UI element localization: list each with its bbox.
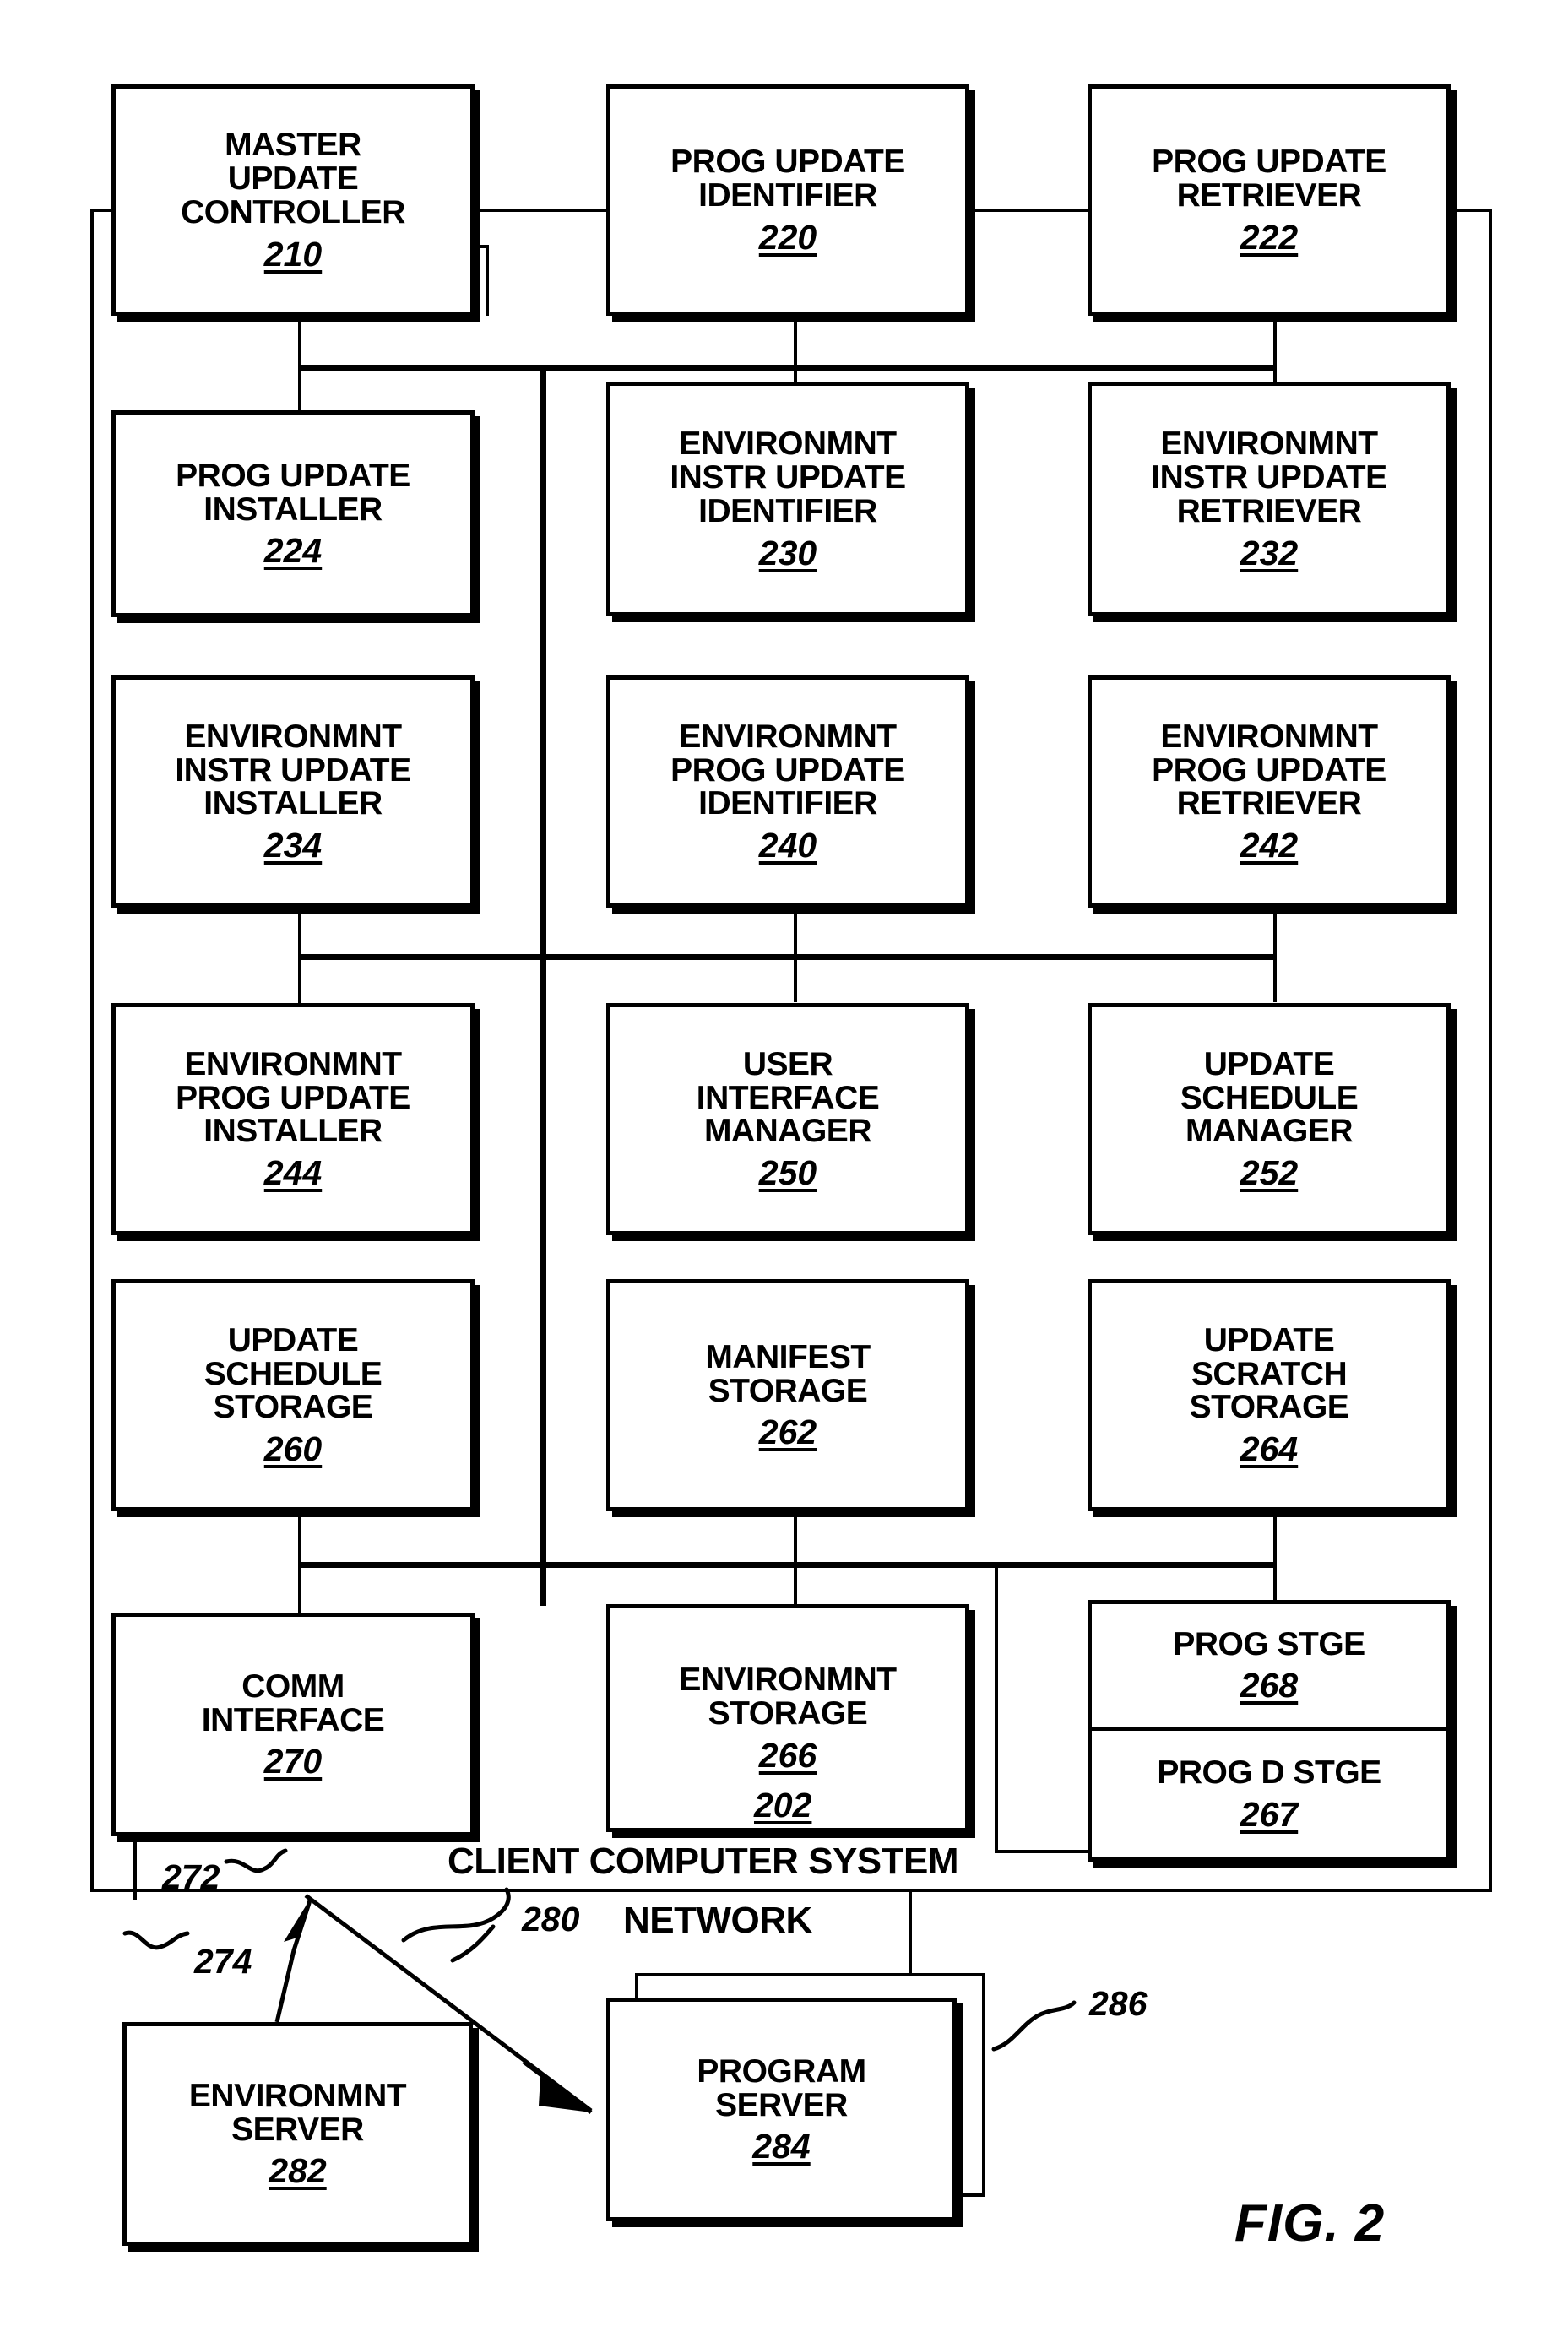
block-ref-number: 222 xyxy=(1240,217,1299,257)
block-label: USER INTERFACE MANAGER xyxy=(696,1045,880,1150)
block-environmnt-instr-update-identifier[interactable]: ENVIRONMNT INSTR UPDATE IDENTIFIER 230 xyxy=(606,382,969,616)
block-label: ENVIRONMNT PROG UPDATE IDENTIFIER xyxy=(670,718,905,822)
block-label: ENVIRONMNT STORAGE xyxy=(679,1662,897,1732)
block-environmnt-instr-update-installer[interactable]: ENVIRONMNT INSTR UPDATE INSTALLER 234 xyxy=(111,675,475,908)
block-update-schedule-storage[interactable]: UPDATE SCHEDULE STORAGE 260 xyxy=(111,1279,475,1511)
block-user-interface-manager[interactable]: USER INTERFACE MANAGER 250 xyxy=(606,1003,969,1235)
block-label: ENVIRONMNT PROG UPDATE RETRIEVER xyxy=(1152,718,1386,822)
bus-horizontal-2 xyxy=(298,954,1276,960)
network-link-arrow-environmnt xyxy=(284,1898,311,1942)
network-ref-number: 280 xyxy=(522,1900,580,1938)
block-label: PROGRAM SERVER xyxy=(697,2052,866,2123)
block-update-schedule-manager[interactable]: UPDATE SCHEDULE MANAGER 252 xyxy=(1088,1003,1451,1235)
client-system-ref-number: 202 xyxy=(754,1786,812,1824)
block-ref-number: 210 xyxy=(263,234,323,274)
block-ref-number: 232 xyxy=(1240,533,1299,572)
network-link-to-environmnt-server xyxy=(274,1897,313,2023)
block-ref-number: 260 xyxy=(263,1429,323,1469)
block-prog-d-stge[interactable]: PROG D STGE 267 xyxy=(1092,1731,1446,1857)
block-ref-number: 220 xyxy=(758,217,817,257)
bus-horizontal-3 xyxy=(298,1562,1276,1568)
block-label: ENVIRONMNT PROG UPDATE INSTALLER xyxy=(176,1045,410,1150)
block-label: PROG UPDATE IDENTIFIER xyxy=(670,144,905,214)
bus-stub-210 xyxy=(298,316,301,368)
block-label: UPDATE SCHEDULE STORAGE xyxy=(203,1321,383,1426)
ref-208-elbow-v xyxy=(486,245,489,316)
block-ref-number: 268 xyxy=(1240,1666,1299,1705)
bus-stub-260 xyxy=(298,1511,301,1564)
block-label: UPDATE SCRATCH STORAGE xyxy=(1189,1321,1349,1426)
block-comm-interface[interactable]: COMM INTERFACE 270 xyxy=(111,1613,475,1836)
block-ref-number: 244 xyxy=(263,1153,323,1193)
link-ref-272: 272 xyxy=(162,1857,220,1896)
block-label: COMM INTERFACE xyxy=(201,1667,385,1738)
client-computer-system-label: CLIENT COMPUTER SYSTEM xyxy=(448,1841,959,1882)
block-prog-update-retriever[interactable]: PROG UPDATE RETRIEVER 222 xyxy=(1088,84,1451,316)
bus-stub-270 xyxy=(298,1562,301,1613)
network-link-arrow-tail xyxy=(522,2060,593,2114)
block-master-update-controller[interactable]: MASTER UPDATE CONTROLLER 210 xyxy=(111,84,475,316)
block-ref-number: 266 xyxy=(758,1735,817,1775)
block-ref-number: 267 xyxy=(1240,1794,1299,1834)
block-ref-number: 264 xyxy=(1240,1429,1299,1469)
bus-stub-224 xyxy=(298,365,301,412)
bus-stub-234 xyxy=(298,908,301,958)
block-update-scratch-storage[interactable]: UPDATE SCRATCH STORAGE 264 xyxy=(1088,1279,1451,1511)
network-label: NETWORK xyxy=(623,1900,812,1941)
block-ref-number: 282 xyxy=(269,2151,327,2191)
bus-horizontal-1 xyxy=(298,365,1276,371)
block-label: UPDATE SCHEDULE MANAGER xyxy=(1180,1045,1359,1150)
bus-stub-244 xyxy=(298,954,301,1003)
block-ref-number: 224 xyxy=(263,531,323,571)
block-environmnt-prog-update-retriever[interactable]: ENVIRONMNT PROG UPDATE RETRIEVER 242 xyxy=(1088,675,1451,908)
block-environmnt-server[interactable]: ENVIRONMNT SERVER 282 xyxy=(122,2022,473,2246)
block-environmnt-instr-update-retriever[interactable]: ENVIRONMNT INSTR UPDATE RETRIEVER 232 xyxy=(1088,382,1451,616)
block-ref-number: 262 xyxy=(758,1412,817,1452)
block-label: ENVIRONMNT SERVER xyxy=(188,2077,407,2148)
block-ref-number: 284 xyxy=(752,2127,811,2166)
network-link-arrow-program xyxy=(539,2077,591,2112)
block-label: MANIFEST STORAGE xyxy=(705,1338,871,1409)
block-ref-number: 230 xyxy=(758,533,817,572)
block-ref-number: 242 xyxy=(1240,826,1299,865)
leader-squiggle-280-upper xyxy=(401,1887,511,1943)
bus-stub-262 xyxy=(794,1511,797,1606)
block-ref-number: 270 xyxy=(263,1742,323,1781)
bus-stub-267-vertical xyxy=(995,1562,998,1853)
leader-squiggle-286 xyxy=(991,2000,1077,2052)
block-environmnt-prog-update-installer[interactable]: ENVIRONMNT PROG UPDATE INSTALLER 244 xyxy=(111,1003,475,1235)
bus-stub-264 xyxy=(1273,1511,1277,1606)
block-label: ENVIRONMNT INSTR UPDATE RETRIEVER xyxy=(1151,426,1387,529)
block-label: ENVIRONMNT INSTR UPDATE IDENTIFIER xyxy=(670,426,906,529)
block-prog-update-identifier[interactable]: PROG UPDATE IDENTIFIER 220 xyxy=(606,84,969,316)
block-ref-number: 240 xyxy=(758,826,817,865)
block-label: PROG UPDATE RETRIEVER xyxy=(1152,144,1386,214)
link-ref-274: 274 xyxy=(194,1942,252,1981)
block-label: PROG STGE xyxy=(1173,1625,1365,1662)
server-stack-ref-286: 286 xyxy=(1089,1984,1148,2023)
block-ref-number: 252 xyxy=(1240,1153,1299,1193)
block-environmnt-prog-update-identifier[interactable]: ENVIRONMNT PROG UPDATE IDENTIFIER 240 xyxy=(606,675,969,908)
block-prog-stge[interactable]: PROG STGE 268 xyxy=(1092,1604,1446,1731)
figure-label: FIG. 2 xyxy=(1234,2194,1386,2253)
leader-squiggle-280-lower xyxy=(450,1924,496,1963)
block-label: PROG UPDATE INSTALLER xyxy=(176,457,410,528)
block-prog-stge-group: PROG STGE 268 PROG D STGE 267 xyxy=(1088,1600,1451,1862)
patent-figure-page: MASTER UPDATE CONTROLLER 210 PROG UPDATE… xyxy=(0,0,1568,2326)
block-ref-number: 234 xyxy=(263,826,323,865)
block-label: PROG D STGE xyxy=(1157,1754,1381,1792)
block-prog-update-installer[interactable]: PROG UPDATE INSTALLER 224 xyxy=(111,410,475,617)
block-label: ENVIRONMNT INSTR UPDATE INSTALLER xyxy=(175,718,411,822)
block-label: MASTER UPDATE CONTROLLER xyxy=(181,127,405,230)
block-program-server[interactable]: PROGRAM SERVER 284 xyxy=(606,1998,957,2221)
block-manifest-storage[interactable]: MANIFEST STORAGE 262 xyxy=(606,1279,969,1511)
block-ref-number: 250 xyxy=(758,1153,817,1193)
leader-squiggle-274 xyxy=(122,1930,190,1950)
bus-vertical-main xyxy=(540,366,546,1606)
